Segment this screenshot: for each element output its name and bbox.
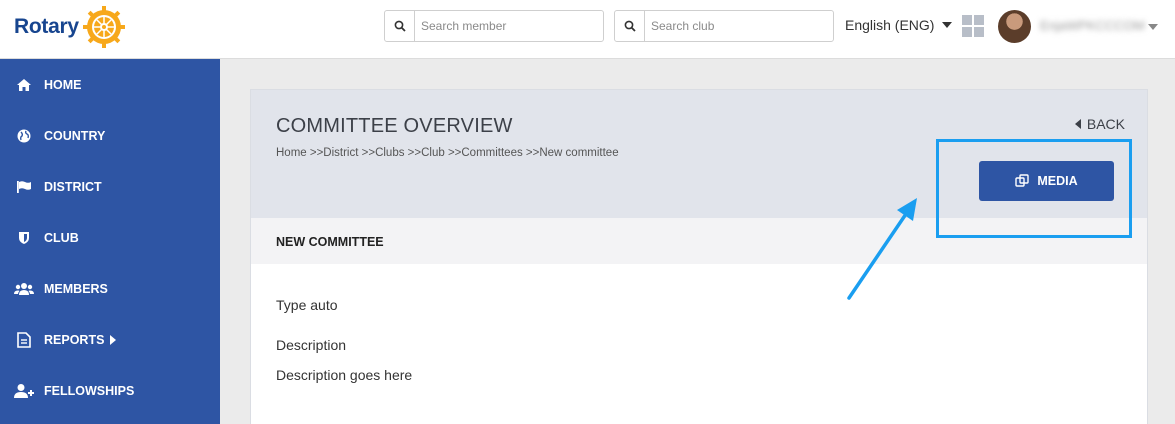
card-header: COMMITTEE OVERVIEW Home >>District >>Clu… [251, 90, 1147, 218]
search-member-box [384, 10, 604, 42]
sidebar-item-label: HOME [44, 77, 82, 92]
rotary-logo[interactable]: Rotary [14, 4, 126, 50]
top-header: Rotary Search member Search club English… [0, 0, 1175, 59]
document-icon [14, 331, 34, 349]
media-label: MEDIA [1037, 174, 1078, 188]
avatar[interactable] [998, 10, 1031, 43]
back-label: BACK [1086, 116, 1125, 132]
language-selector[interactable]: English (ENG) [845, 17, 953, 33]
username[interactable]: EnjaWPKCCCOM [1040, 18, 1145, 33]
chevron-down-icon[interactable] [1148, 24, 1158, 30]
language-label: English (ENG) [845, 17, 935, 33]
search-icon[interactable] [615, 11, 645, 41]
description-value: Description goes here [276, 367, 413, 383]
sidebar-item-district[interactable]: DISTRICT [0, 161, 220, 212]
search-member-input[interactable] [415, 11, 603, 41]
sidebar-item-fellowships[interactable]: FELLOWSHIPS [0, 365, 220, 416]
search-club-input[interactable] [645, 11, 833, 41]
media-icon [1015, 174, 1030, 187]
sidebar-item-home[interactable]: HOME [0, 59, 220, 110]
committee-type: Type auto [276, 297, 338, 313]
media-button[interactable]: MEDIA [979, 161, 1114, 201]
back-button[interactable]: BACK [1074, 116, 1125, 132]
sidebar-item-label: FELLOWSHIPS [44, 383, 135, 398]
rotary-wheel-icon [82, 6, 125, 48]
globe-icon [14, 127, 34, 145]
flag-icon [14, 178, 34, 196]
logo-text: Rotary [14, 15, 79, 38]
page-title: COMMITTEE OVERVIEW [276, 115, 513, 137]
users-icon [14, 280, 34, 298]
chevron-left-icon [1074, 119, 1081, 129]
home-icon [14, 76, 34, 94]
sidebar-item-label: COUNTRY [44, 128, 106, 143]
sidebar-item-label: MEMBERS [44, 281, 108, 296]
section-header: NEW COMMITTEE [251, 218, 1147, 264]
chevron-down-icon [942, 22, 953, 28]
shield-icon [14, 229, 34, 247]
search-icon[interactable] [385, 11, 415, 41]
apps-grid-icon[interactable] [962, 15, 984, 37]
sidebar-item-reports[interactable]: REPORTS [0, 314, 220, 365]
breadcrumb[interactable]: Home >>District >>Clubs >>Club >>Committ… [276, 147, 619, 159]
sidebar-item-country[interactable]: COUNTRY [0, 110, 220, 161]
search-club-box [614, 10, 834, 42]
sidebar-item-label: REPORTS [44, 332, 105, 347]
description-label: Description [276, 337, 347, 353]
sidebar-item-members[interactable]: MEMBERS [0, 263, 220, 314]
user-plus-icon [14, 382, 34, 400]
sidebar-item-label: CLUB [44, 230, 79, 245]
sidebar-item-club[interactable]: CLUB [0, 212, 220, 263]
chevron-right-icon [110, 334, 117, 345]
sidebar: HOME COUNTRY DISTRICT CLUB MEMBERS REPOR… [0, 59, 220, 424]
committee-card: COMMITTEE OVERVIEW Home >>District >>Clu… [250, 89, 1148, 424]
section-title: NEW COMMITTEE [276, 235, 384, 249]
sidebar-item-label: DISTRICT [44, 179, 102, 194]
